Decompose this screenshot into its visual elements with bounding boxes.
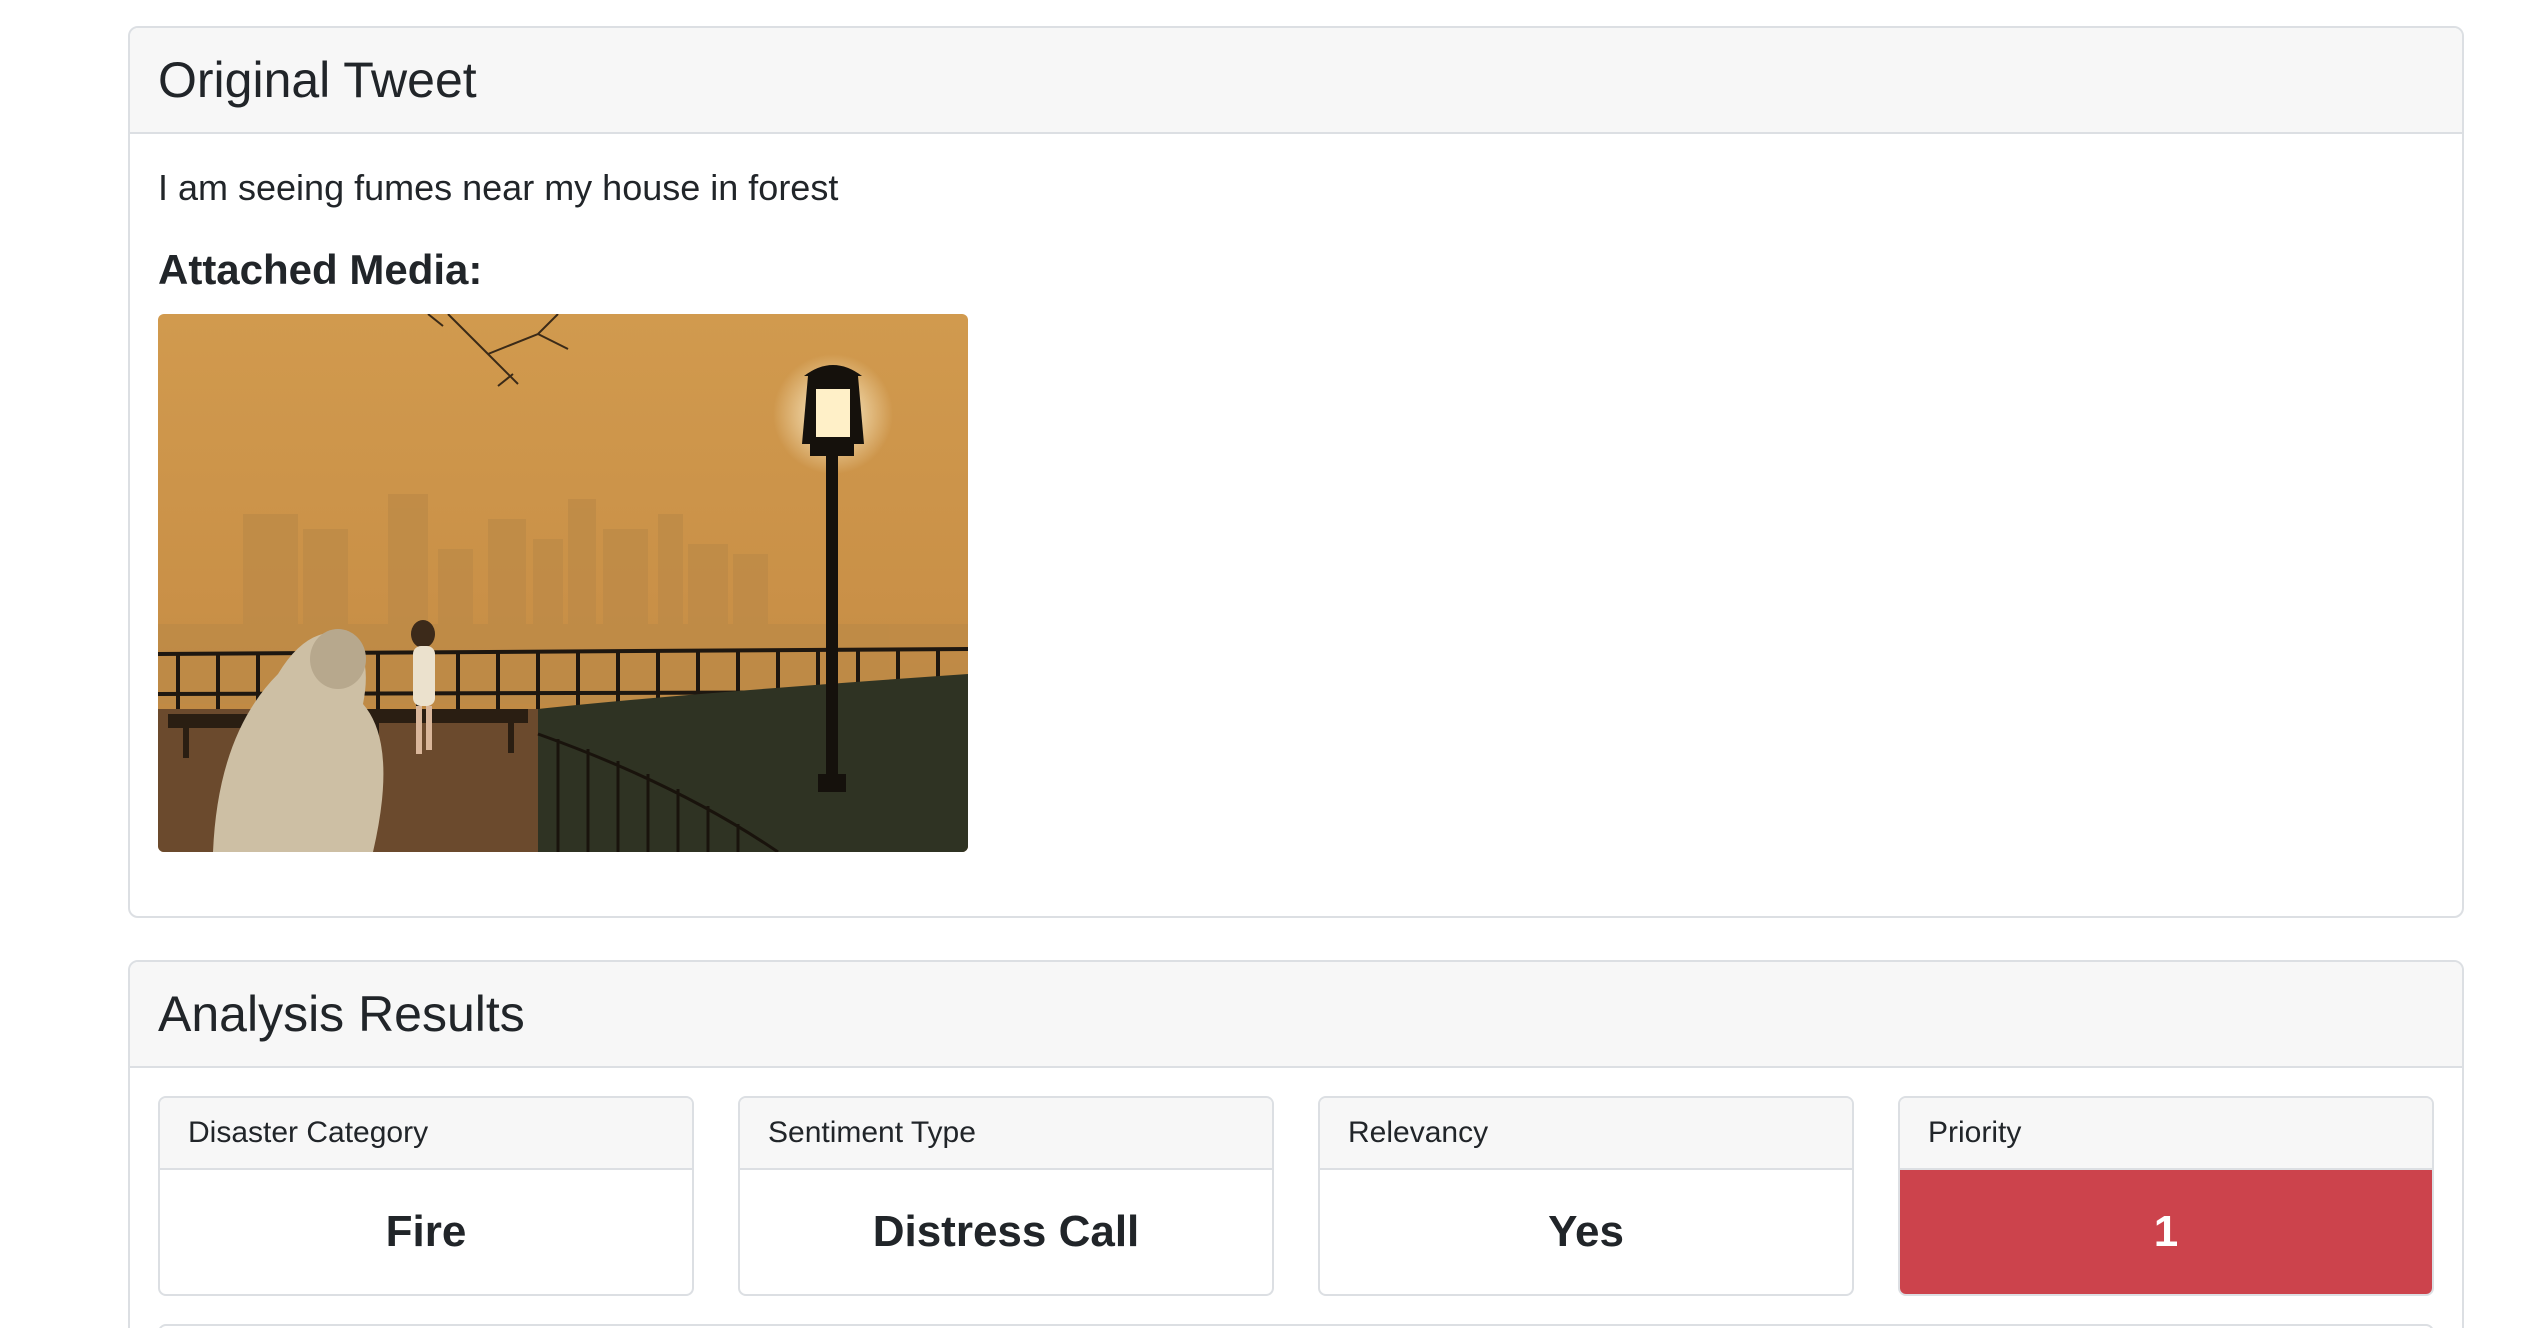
attached-media-image[interactable]	[158, 314, 968, 852]
priority-value: 1	[1900, 1170, 2432, 1294]
original-tweet-card: Original Tweet I am seeing fumes near my…	[128, 26, 2464, 918]
next-card-edge	[158, 1324, 2434, 1328]
relevancy-card: Relevancy Yes	[1318, 1096, 1854, 1296]
disaster-category-card: Disaster Category Fire	[158, 1096, 694, 1296]
results-row: Disaster Category Fire Sentiment Type Di…	[158, 1096, 2434, 1296]
analysis-results-title: Analysis Results	[158, 986, 525, 1042]
priority-card: Priority 1	[1898, 1096, 2434, 1296]
analysis-results-header: Analysis Results	[130, 962, 2462, 1068]
page: Original Tweet I am seeing fumes near my…	[0, 0, 2532, 1328]
sentiment-type-value: Distress Call	[872, 1207, 1140, 1256]
original-tweet-header: Original Tweet	[130, 28, 2462, 134]
attached-media-heading: Attached Media:	[158, 246, 483, 293]
relevancy-value: Yes	[1548, 1207, 1624, 1256]
priority-label: Priority	[1900, 1098, 2432, 1170]
original-tweet-body: I am seeing fumes near my house in fores…	[130, 164, 2462, 852]
disaster-category-value: Fire	[385, 1207, 467, 1256]
disaster-category-label: Disaster Category	[160, 1098, 692, 1170]
sentiment-type-card: Sentiment Type Distress Call	[738, 1096, 1274, 1296]
relevancy-label: Relevancy	[1320, 1098, 1852, 1170]
analysis-results-card: Analysis Results Disaster Category Fire …	[128, 960, 2464, 1328]
sentiment-type-label: Sentiment Type	[740, 1098, 1272, 1170]
tweet-text: I am seeing fumes near my house in fores…	[158, 167, 839, 208]
original-tweet-title: Original Tweet	[158, 52, 477, 108]
